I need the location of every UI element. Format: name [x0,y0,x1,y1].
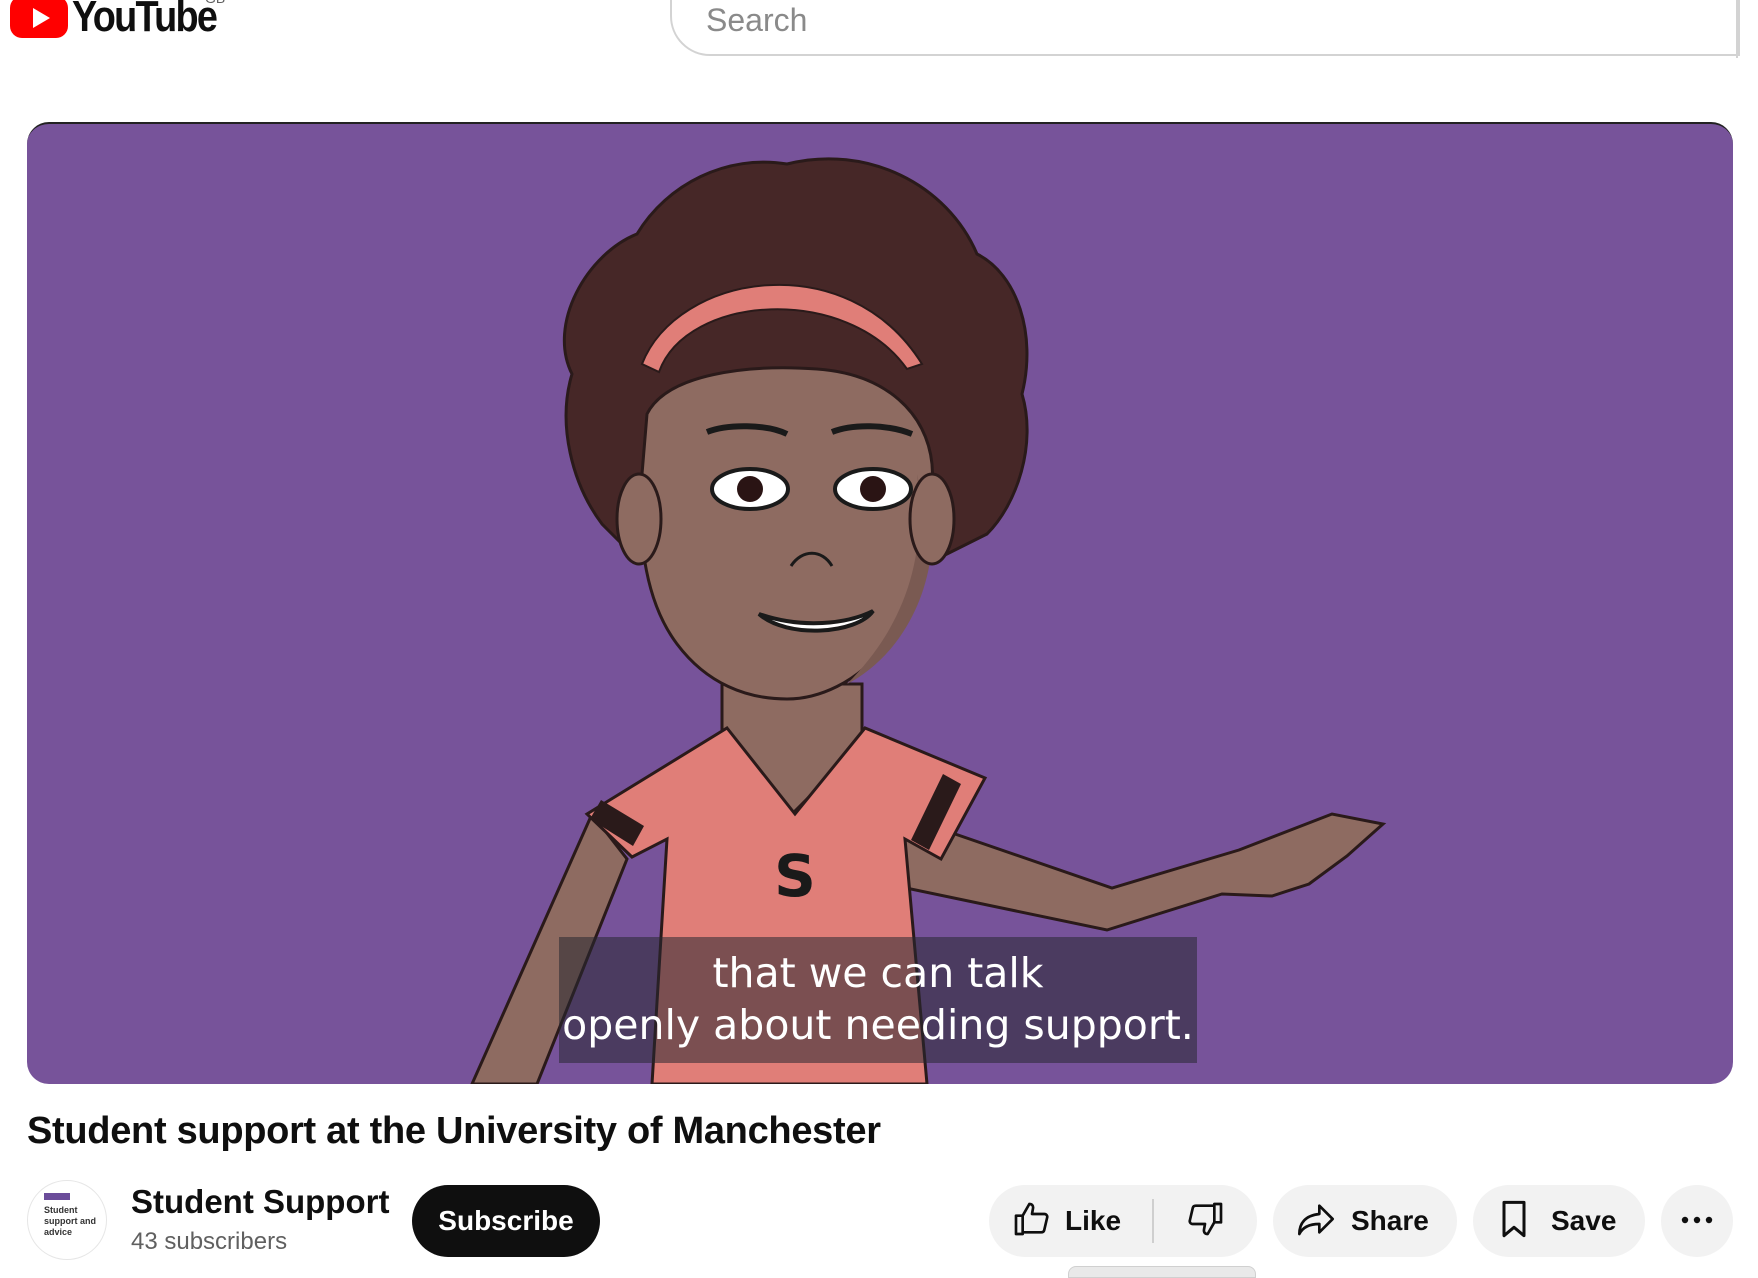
share-arrow-icon [1295,1199,1337,1244]
video-caption: that we can talk openly about needing su… [559,937,1197,1063]
search-input[interactable] [704,0,1608,42]
save-label: Save [1551,1205,1617,1236]
avatar-text: Student support and advice [44,1205,96,1237]
more-icon [1680,1212,1714,1230]
subscribe-button[interactable]: Subscribe [412,1185,600,1257]
search-box[interactable] [670,0,1740,58]
region-code: GB [205,0,225,6]
dislike-button[interactable] [1155,1185,1257,1257]
youtube-logo[interactable]: YouTube [10,0,240,42]
caption-line-1: that we can talk [712,949,1044,997]
share-button[interactable]: Share [1273,1185,1457,1257]
dislike-tooltip-edge [1068,1266,1256,1278]
youtube-play-icon [10,0,68,38]
share-label: Share [1351,1205,1429,1236]
like-separator [1152,1199,1154,1243]
thumbs-up-icon [1011,1199,1051,1244]
channel-name[interactable]: Student Support [131,1183,389,1221]
video-player[interactable]: S that we can talk openly about needing … [27,122,1733,1084]
avatar-logo-bar [44,1193,70,1200]
video-title: Student support at the University of Man… [27,1110,881,1152]
like-dislike-group: Like [989,1185,1257,1257]
svg-text:S: S [774,842,816,910]
bookmark-icon [1499,1199,1529,1244]
like-button[interactable]: Like [989,1185,1153,1257]
subscriber-count: 43 subscribers [131,1228,288,1255]
thumbs-down-icon [1186,1199,1226,1244]
like-label: Like [1065,1205,1122,1236]
logo-text: YouTube [72,0,218,41]
save-button[interactable]: Save [1473,1185,1645,1257]
channel-avatar[interactable]: Student support and advice [27,1180,107,1260]
search-divider [1736,0,1738,58]
caption-line-2: openly about needing support. [562,1001,1194,1049]
more-actions-button[interactable] [1661,1185,1733,1257]
